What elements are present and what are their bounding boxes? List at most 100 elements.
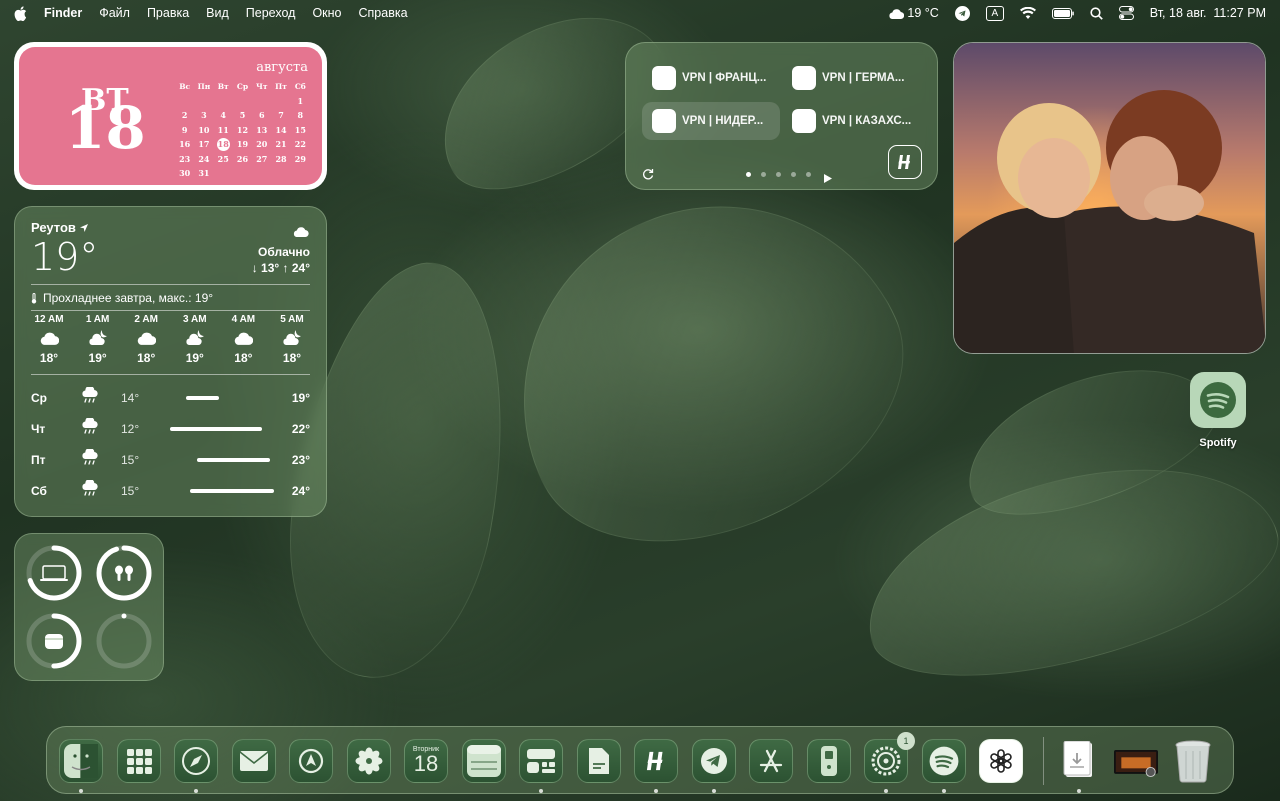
system-settings-icon[interactable]: 1 — [864, 732, 915, 783]
page-dot[interactable] — [806, 172, 811, 177]
menu-edit[interactable]: Правка — [147, 6, 189, 20]
photos-icon[interactable] — [346, 739, 391, 783]
vpn-server-france[interactable]: VPN | ФРАНЦ... — [642, 59, 780, 97]
cloud-rain-icon — [81, 478, 121, 501]
vpn-page-indicator[interactable] — [746, 172, 811, 177]
vpn-server-netherlands[interactable]: VPN | НИДЕР... — [642, 102, 780, 140]
temp-range-bar — [163, 426, 276, 431]
calendar-date: 16 — [179, 139, 191, 150]
page-dot[interactable] — [791, 172, 796, 177]
calendar-week-row: 1 — [175, 94, 310, 109]
widgets-icon[interactable] — [519, 739, 563, 783]
telegram-status-icon[interactable] — [954, 5, 970, 21]
spotlight-search-icon[interactable] — [1090, 6, 1103, 20]
hourly-item: 5 AM 18° — [270, 314, 314, 365]
chatgpt-icon[interactable] — [979, 739, 1023, 783]
hour-temp: 18° — [137, 351, 156, 365]
photo-illustration — [954, 43, 1265, 353]
cloud-icon — [221, 325, 265, 351]
vpn-flag-icon — [652, 66, 676, 90]
calendar-date: 7 — [278, 110, 284, 121]
calendar-date: 3 — [201, 110, 207, 121]
desktop-spotify-shortcut[interactable]: Spotify — [1188, 372, 1248, 449]
maps-icon[interactable] — [289, 739, 333, 783]
pages-icon[interactable] — [576, 739, 621, 783]
vpn-server-kazakhstan[interactable]: VPN | КАЗАХС... — [782, 102, 920, 140]
calendar-week-row: 9 10 11 12 13 14 15 — [175, 123, 310, 138]
launchpad-icon[interactable] — [116, 739, 161, 783]
running-indicator — [79, 789, 83, 793]
vpn-widget[interactable]: VPN | ФРАНЦ... VPN | ГЕРМА... VPN | НИДЕ… — [625, 42, 938, 190]
calendar-date: 14 — [275, 124, 287, 135]
temp-range-fill — [190, 488, 274, 493]
hour-label: 2 AM — [134, 314, 158, 325]
mail-icon[interactable] — [231, 739, 276, 783]
hiddify-logo-icon[interactable] — [888, 145, 922, 179]
vpn-flag-icon — [792, 109, 816, 133]
spotify-icon[interactable] — [921, 739, 966, 783]
divider — [31, 310, 310, 311]
calendar-week-row: 2 3 4 5 6 7 8 — [175, 108, 310, 123]
downloads-icon[interactable] — [1057, 739, 1101, 783]
dock-calendar-day: 18 — [413, 750, 439, 776]
daily-row: Сб 15° 24° — [31, 475, 310, 506]
calendar-widget[interactable]: ВТ 18 августа Вс Пн Вт Ср Чт Пт Сб 1 2 3 4 5 6 7 8 9 10 1… — [14, 42, 327, 190]
safari-icon[interactable] — [174, 739, 218, 783]
calendar-weekday-header: Вт — [217, 81, 229, 91]
apple-menu-icon[interactable] — [14, 5, 28, 21]
temp-range-bar — [163, 395, 276, 400]
remote-icon[interactable] — [806, 739, 851, 783]
menu-file[interactable]: Файл — [99, 6, 130, 20]
app-store-icon[interactable] — [749, 739, 793, 783]
running-indicator — [539, 789, 543, 793]
notification-badge: 1 — [897, 732, 915, 750]
menu-app-finder[interactable]: Finder — [44, 6, 82, 20]
screen-saver-icon[interactable] — [1114, 739, 1158, 783]
weather-widget[interactable]: Реутов 19° Облачно ↓ 13° ↑ 24° Прохладне… — [14, 206, 327, 517]
vpn-flag-icon — [792, 66, 816, 90]
cloud-icon — [124, 325, 168, 351]
page-dot[interactable] — [761, 172, 766, 177]
notes-icon[interactable] — [461, 739, 506, 783]
menu-view[interactable]: Вид — [206, 6, 229, 20]
menubar-weather[interactable]: 19 °C — [888, 6, 939, 20]
menu-window[interactable]: Окно — [312, 6, 341, 20]
weather-city: Реутов — [31, 220, 310, 235]
wifi-icon[interactable] — [1019, 7, 1036, 19]
battery-status-icon[interactable] — [1051, 7, 1074, 19]
calendar-date: 2 — [181, 110, 188, 121]
calendar-date: 1 — [297, 95, 304, 106]
running-indicator — [194, 789, 198, 793]
menu-help[interactable]: Справка — [359, 6, 408, 20]
play-icon[interactable] — [824, 170, 832, 188]
vpn-server-germany[interactable]: VPN | ГЕРМА... — [782, 59, 920, 97]
refresh-icon[interactable] — [642, 167, 654, 185]
calendar-date: 5 — [239, 110, 246, 121]
cloud-icon — [27, 325, 71, 351]
calendar-date: 20 — [256, 139, 268, 150]
day-low: 15° — [121, 483, 140, 498]
vpn-flag-icon — [652, 109, 676, 133]
photo-widget[interactable] — [953, 42, 1266, 354]
calendar-icon[interactable]: Вторник 18 — [404, 739, 448, 783]
weather-condition: Облачно — [258, 245, 310, 259]
battery-ring-empty — [95, 612, 153, 670]
control-center-icon[interactable] — [1118, 6, 1134, 20]
running-indicator — [711, 789, 716, 793]
trash-icon[interactable] — [1171, 739, 1215, 783]
calendar-today: 18 — [216, 137, 230, 151]
page-dot[interactable] — [746, 172, 751, 177]
telegram-icon[interactable] — [691, 739, 736, 783]
hourly-forecast: 12 AM 18° 1 AM 19° 2 AM 18° 3 AM 19° 4 AM 18° 5 AM… — [27, 314, 314, 365]
battery-ring-laptop — [25, 544, 83, 602]
menubar-clock[interactable]: Вт, 18 авг. 11:27 PM — [1150, 6, 1266, 20]
thermometer-icon — [31, 292, 37, 303]
menu-go[interactable]: Переход — [246, 6, 296, 20]
hiddify-icon[interactable] — [634, 739, 678, 783]
hour-temp: 19° — [185, 351, 204, 365]
finder-icon[interactable] — [59, 739, 103, 783]
batteries-widget[interactable] — [14, 533, 164, 681]
page-dot[interactable] — [776, 172, 781, 177]
hour-label: 12 AM — [34, 314, 64, 325]
input-source-icon[interactable]: A — [985, 5, 1004, 21]
